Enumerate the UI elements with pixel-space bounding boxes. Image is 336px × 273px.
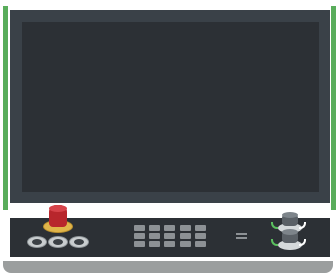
control-console bbox=[0, 0, 336, 273]
keypad-key[interactable] bbox=[195, 241, 206, 247]
emergency-stop-cap-top bbox=[49, 205, 67, 212]
keypad-key[interactable] bbox=[164, 233, 175, 239]
card-slot-line bbox=[236, 233, 247, 235]
right-side-rail bbox=[331, 6, 336, 210]
display-screen[interactable] bbox=[22, 22, 319, 192]
keypad-key[interactable] bbox=[195, 225, 206, 231]
keypad-key[interactable] bbox=[149, 241, 160, 247]
left-side-rail bbox=[3, 6, 8, 210]
keypad-key[interactable] bbox=[164, 241, 175, 247]
keypad-key[interactable] bbox=[134, 225, 145, 231]
keypad-key[interactable] bbox=[180, 225, 191, 231]
push-button-2[interactable] bbox=[48, 236, 68, 248]
keypad-key[interactable] bbox=[164, 225, 175, 231]
card-slot-line bbox=[236, 237, 247, 239]
console-base bbox=[3, 261, 333, 273]
push-button-3[interactable] bbox=[69, 236, 89, 248]
keypad-key[interactable] bbox=[149, 225, 160, 231]
keypad-key[interactable] bbox=[180, 241, 191, 247]
keypad-key[interactable] bbox=[134, 241, 145, 247]
keypad-key[interactable] bbox=[134, 233, 145, 239]
knob-cap bbox=[282, 229, 298, 235]
push-button-1[interactable] bbox=[27, 236, 47, 248]
knob-cap bbox=[282, 212, 298, 218]
keypad-key[interactable] bbox=[149, 233, 160, 239]
keypad-key[interactable] bbox=[180, 233, 191, 239]
keypad-key[interactable] bbox=[195, 233, 206, 239]
